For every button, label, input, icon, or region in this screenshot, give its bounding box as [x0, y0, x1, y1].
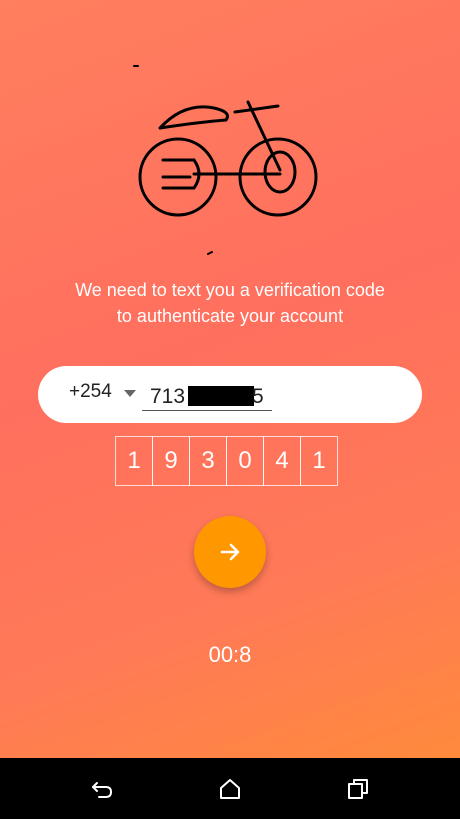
countdown-timer: 00:8 [208, 642, 252, 667]
back-icon[interactable] [89, 776, 115, 802]
phone-number-field[interactable]: 713 5 [142, 380, 272, 411]
verification-message: We need to text you a verification code … [0, 277, 460, 329]
screen: We need to text you a verification code … [0, 0, 460, 758]
phone-input-card: +254 713 5 [38, 366, 422, 423]
bicycle-logo [133, 65, 318, 255]
recents-icon[interactable] [345, 776, 371, 802]
verification-code-input: 1 9 3 0 4 1 [115, 436, 345, 486]
code-digit-5[interactable]: 4 [263, 436, 301, 486]
home-icon[interactable] [217, 776, 243, 802]
code-digit-4[interactable]: 0 [226, 436, 264, 486]
phone-number-prefix: 713 [150, 385, 186, 408]
submit-button[interactable] [194, 516, 266, 588]
arrow-right-icon [220, 543, 240, 561]
system-navigation-bar [0, 758, 460, 819]
country-code-selector[interactable]: +254 [69, 381, 136, 403]
country-code-label: +254 [69, 381, 112, 402]
message-line-2: to authenticate your account [116, 306, 344, 326]
code-digit-1[interactable]: 1 [115, 436, 153, 486]
dropdown-arrow-icon [123, 389, 136, 397]
phone-number-suffix: 5 [252, 385, 264, 408]
redaction-mask [188, 386, 254, 406]
code-digit-2[interactable]: 9 [152, 436, 190, 486]
message-line-1: We need to text you a verification code [75, 280, 385, 300]
code-digit-6[interactable]: 1 [300, 436, 338, 486]
code-digit-3[interactable]: 3 [189, 436, 227, 486]
